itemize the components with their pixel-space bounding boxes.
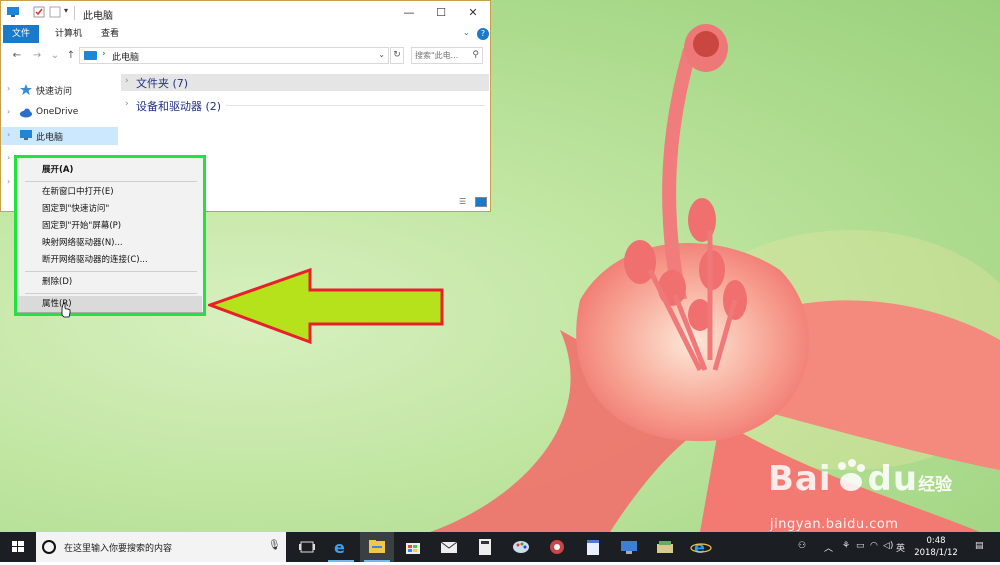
cortana-icon: [42, 540, 56, 554]
group-folders[interactable]: › 文件夹 (7): [121, 74, 489, 91]
sidebar-item-quick-access[interactable]: › 快速访问: [1, 81, 118, 99]
computer-icon: [7, 7, 19, 17]
sidebar-item-label: OneDrive: [36, 107, 79, 117]
chevron-right-icon[interactable]: ›: [7, 130, 10, 139]
sidebar-item-onedrive[interactable]: › OneDrive: [1, 104, 118, 122]
show-hidden-icons-icon[interactable]: ︿: [824, 541, 833, 554]
details-view-icon[interactable]: ☰: [459, 197, 471, 207]
task-view-icon[interactable]: [290, 532, 324, 562]
chevron-right-icon[interactable]: ›: [7, 153, 10, 162]
breadcrumb-chevron-icon[interactable]: ›: [102, 49, 106, 59]
microphone-icon[interactable]: 🎙: [268, 540, 281, 551]
search-box[interactable]: ⚲: [411, 47, 483, 64]
group-label: 文件夹 (7): [136, 77, 189, 90]
help-icon[interactable]: ?: [477, 28, 489, 40]
windows-start-icon[interactable]: [0, 532, 36, 562]
remote-icon[interactable]: [612, 532, 646, 562]
minimize-button[interactable]: —: [399, 5, 419, 21]
back-button[interactable]: ←: [11, 49, 23, 63]
watermark-logo-a: Bai: [768, 459, 832, 499]
highlight-box: [14, 155, 206, 316]
recent-locations-button[interactable]: ⌄: [49, 49, 61, 63]
paw-icon: [837, 459, 865, 491]
svg-text:e: e: [334, 538, 345, 557]
large-icons-view-icon[interactable]: [475, 197, 487, 207]
tab-file[interactable]: 文件: [3, 25, 40, 43]
watermark-logo-b: du: [867, 459, 919, 499]
volume-icon[interactable]: ◁): [883, 541, 893, 551]
cloud-icon: [20, 108, 32, 118]
title-divider: [74, 6, 75, 20]
expand-ribbon-icon[interactable]: ⌄: [463, 28, 470, 37]
window-title: 此电脑: [83, 11, 113, 22]
chevron-right-icon[interactable]: ›: [125, 76, 129, 86]
folder-icon[interactable]: [648, 532, 682, 562]
taskbar-search-placeholder: 在这里输入你要搜索的内容: [64, 544, 173, 554]
ribbon-tabs: 文件 计算机 查看 ⌄ ?: [1, 25, 490, 43]
close-button[interactable]: ✕: [463, 5, 483, 21]
annotation-arrow: [208, 267, 444, 345]
chevron-down-icon[interactable]: ⌄: [378, 50, 385, 59]
wifi-icon[interactable]: ◠: [870, 541, 878, 551]
group-devices-drives[interactable]: › 设备和驱动器 (2): [121, 97, 489, 114]
svg-text:e: e: [694, 538, 705, 557]
new-folder-quick-icon[interactable]: [49, 6, 61, 18]
mail-icon[interactable]: [432, 532, 466, 562]
maximize-button[interactable]: ☐: [431, 5, 451, 21]
taskbar-clock[interactable]: 0:48 2018/1/12: [908, 535, 964, 559]
refresh-button[interactable]: ↻: [390, 47, 404, 64]
tab-view[interactable]: 查看: [92, 25, 128, 43]
chevron-right-icon[interactable]: ›: [7, 84, 10, 93]
chevron-right-icon[interactable]: ›: [7, 107, 10, 116]
computer-icon: [84, 51, 97, 60]
clock-time: 0:48: [926, 536, 946, 546]
baidu-watermark: Bai du经验 jingyan.baidu.com: [768, 458, 953, 532]
address-bar[interactable]: › 此电脑 ⌄: [79, 47, 389, 64]
sidebar-item-label: 快速访问: [36, 87, 73, 97]
group-label: 设备和驱动器 (2): [136, 100, 222, 113]
mouse-cursor-icon: [61, 302, 71, 318]
photos-icon[interactable]: [540, 532, 574, 562]
calculator-icon[interactable]: [468, 532, 502, 562]
breadcrumb-this-pc[interactable]: 此电脑: [112, 50, 139, 63]
chevron-right-icon[interactable]: ›: [125, 99, 129, 109]
edge-icon[interactable]: e: [324, 532, 358, 562]
forward-button[interactable]: →: [31, 49, 43, 63]
ime-indicator[interactable]: 英: [896, 541, 905, 554]
taskbar: 在这里输入你要搜索的内容 🎙 e e ⚇ ︿ ⚘ ▭ ◠ ◁) 英 0:48 2…: [0, 532, 1000, 562]
address-row: ← → ⌄ ↑ › 此电脑 ⌄ ↻ ⚲: [1, 45, 490, 67]
taskbar-search-box[interactable]: 在这里输入你要搜索的内容 🎙: [36, 532, 286, 562]
clock-date: 2018/1/12: [914, 548, 958, 558]
sidebar-item-label: 此电脑: [36, 133, 64, 143]
chevron-right-icon[interactable]: ›: [7, 177, 10, 186]
group-divider: [226, 105, 485, 106]
computer-icon: [20, 130, 32, 140]
sidebar-item-this-pc[interactable]: › 此电脑: [1, 127, 118, 145]
search-icon: ⚲: [472, 50, 479, 60]
paint-icon[interactable]: [504, 532, 538, 562]
network-icon[interactable]: ⚘: [842, 541, 850, 551]
ie-icon[interactable]: e: [684, 532, 718, 562]
battery-icon[interactable]: ▭: [856, 541, 865, 551]
up-button[interactable]: ↑: [65, 49, 77, 63]
file-explorer-icon[interactable]: [360, 532, 394, 562]
watermark-url: jingyan.baidu.com: [770, 517, 899, 532]
people-icon[interactable]: ⚇: [798, 541, 806, 551]
title-bar: ▾ 此电脑 — ☐ ✕: [1, 1, 490, 25]
watermark-logo-c: 经验: [918, 475, 953, 495]
notification-center-icon[interactable]: ▤: [975, 541, 984, 551]
store-icon[interactable]: [396, 532, 430, 562]
properties-quick-icon[interactable]: [33, 6, 45, 18]
tab-computer[interactable]: 计算机: [46, 25, 91, 43]
search-input[interactable]: [415, 49, 469, 62]
star-icon: [20, 84, 32, 95]
notepad-icon[interactable]: [576, 532, 610, 562]
